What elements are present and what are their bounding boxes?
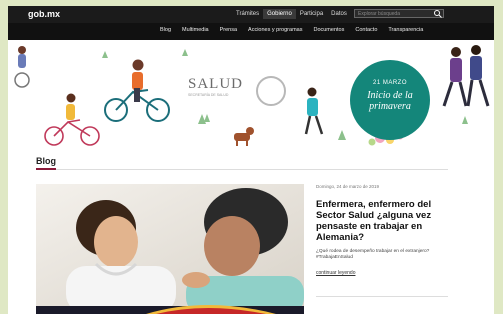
article-title[interactable]: Enfermera, enfermero del Sector Salud ¿a… (316, 199, 456, 243)
site-logo[interactable]: gob.mx (28, 9, 60, 19)
article-card: Domingo, 24 de marzo de 2019 Enfermera, … (316, 184, 456, 279)
nurse-patient-image (36, 184, 304, 314)
secondary-navigation-bar: Blog Multimedia Prensa Acciones y progra… (8, 23, 494, 40)
article-photo[interactable] (36, 184, 304, 314)
walking-woman-icon (304, 87, 324, 135)
salud-logo-subtitle: SECRETARÍA DE SALUD (188, 93, 229, 97)
salud-logo-text: SALUD (188, 76, 244, 92)
page: gob.mx Trámites Gobierno Participa Datos… (8, 6, 494, 314)
search-input[interactable]: Explorar búsqueda (354, 9, 444, 18)
nav-gobierno[interactable]: Gobierno (263, 9, 296, 19)
walking-couple-icon (442, 45, 490, 107)
continue-reading-link[interactable]: continuar leyendo (316, 270, 355, 276)
subnav-multimedia[interactable]: Multimedia (182, 27, 209, 33)
wheelchair-person-icon (14, 46, 30, 88)
nav-participa[interactable]: Participa (296, 9, 327, 19)
article-summary: ¿Qué rodea de desempeño trabajar en el e… (316, 249, 430, 260)
sub-nav: Blog Multimedia Prensa Acciones y progra… (160, 27, 423, 33)
blog-accent-bar (36, 168, 56, 170)
spring-banner: SALUD SECRETARÍA DE SALUD 21 MARZO Inici… (8, 40, 494, 152)
nav-datos[interactable]: Datos (327, 9, 351, 19)
subnav-acciones[interactable]: Acciones y programas (248, 27, 302, 33)
subnav-blog[interactable]: Blog (160, 27, 171, 33)
dog-icon (234, 127, 254, 146)
article-date: Domingo, 24 de marzo de 2019 (316, 184, 380, 189)
spring-date: 21 MARZO (372, 80, 407, 86)
top-nav: Trámites Gobierno Participa Datos (232, 9, 351, 19)
blog-heading: Blog (36, 156, 56, 166)
article-divider (316, 296, 448, 297)
subnav-documentos[interactable]: Documentos (313, 27, 344, 33)
salud-logo: SALUD SECRETARÍA DE SALUD (188, 76, 243, 97)
government-seal-icon (256, 76, 286, 106)
top-navigation-bar: gob.mx Trámites Gobierno Participa Datos… (8, 6, 494, 23)
search-icon[interactable] (433, 9, 443, 19)
subnav-transparencia[interactable]: Transparencia (388, 27, 423, 33)
spring-badge: 21 MARZO Inicio de la primavera (350, 60, 430, 140)
subnav-prensa[interactable]: Prensa (220, 27, 237, 33)
blog-divider (36, 169, 448, 170)
spring-title: Inicio de la primavera (367, 90, 413, 112)
cyclist-man-icon (104, 59, 170, 122)
cyclist-girl-icon (44, 93, 100, 146)
nav-tramites[interactable]: Trámites (232, 9, 263, 19)
subnav-contacto[interactable]: Contacto (355, 27, 377, 33)
